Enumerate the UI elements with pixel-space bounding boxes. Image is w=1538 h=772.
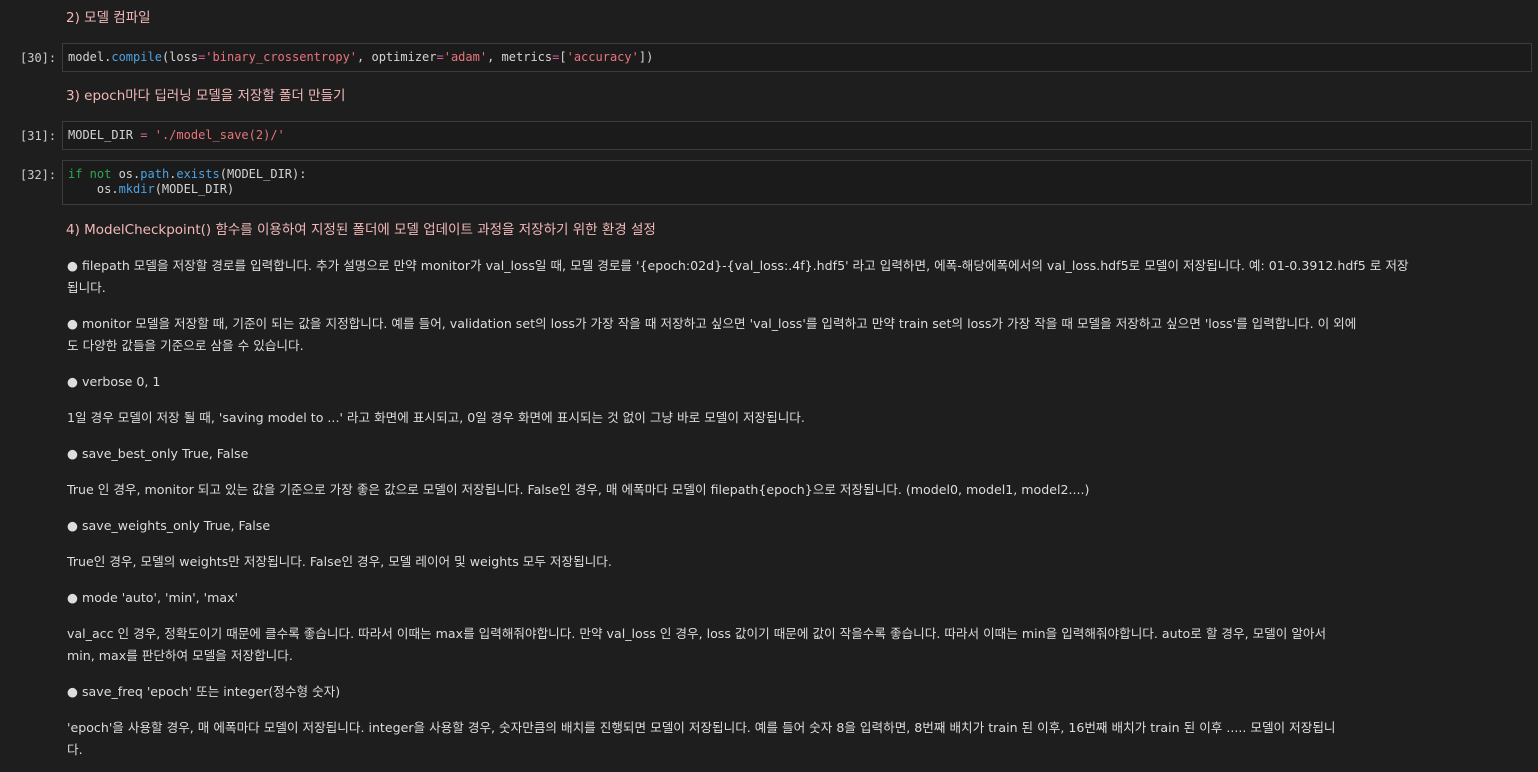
code-token: (loss — [161, 50, 199, 64]
code-token: mkdir — [118, 182, 155, 196]
code-token: os. — [111, 167, 141, 181]
text-monitor-line2: 도 다양한 값들을 기준으로 삼을 수 있습니다. — [67, 338, 304, 353]
code-cell-30[interactable]: model.compile(loss = 'binary_crossentropy'… — [62, 43, 1532, 72]
text-monitor-line1: ● monitor 모델을 저장할 때, 기준이 되는 값을 지정합니다. 예를… — [67, 316, 1357, 331]
code-token: 'adam' — [443, 50, 488, 64]
text-save-freq: ● save_freq 'epoch' 또는 integer(정수형 숫자) — [67, 684, 341, 699]
code-cell-32[interactable]: if not os.path.exists(MODEL_DIR): os.mkd… — [62, 160, 1532, 205]
code-token: if not — [68, 167, 112, 181]
cell-prompt-30: [30]: — [20, 51, 57, 65]
cell-prompt-32: [32]: — [20, 168, 57, 182]
code-cell-31[interactable]: MODEL_DIR = './model_save(2)/' — [62, 121, 1532, 150]
code-token: './model_save(2)/' — [154, 128, 285, 142]
code-token: path — [140, 167, 170, 181]
heading-make-folder: 3) epoch마다 딥러닝 모델을 저장할 폴더 만들기 — [66, 88, 346, 104]
code-token: [ — [559, 50, 567, 64]
text-mode-desc-line1: val_acc 인 경우, 정확도이기 때문에 클수록 좋습니다. 따라서 이때… — [67, 626, 1327, 641]
code-token: ]) — [638, 50, 654, 64]
code-token: os. — [68, 182, 119, 196]
code-token: 'binary_crossentropy' — [205, 50, 358, 64]
text-mode-desc-line2: min, max를 판단하여 모델을 저장합니다. — [67, 648, 293, 663]
text-mode: ● mode 'auto', 'min', 'max' — [67, 590, 239, 605]
text-verbose: ● verbose 0, 1 — [67, 374, 161, 389]
text-filepath-line1: ● filepath 모델을 저장할 경로를 입력합니다. 추가 설명으로 만약… — [67, 258, 1409, 273]
text-save-weights-only: ● save_weights_only True, False — [67, 518, 271, 533]
code-token: model. — [68, 50, 112, 64]
text-filepath-line2: 됩니다. — [67, 280, 106, 295]
text-verbose-desc: 1일 경우 모델이 저장 될 때, 'saving model to ...' … — [67, 410, 805, 425]
code-token: exists — [176, 167, 220, 181]
code-token: , metrics — [487, 50, 553, 64]
code-token: , optimizer — [357, 50, 437, 64]
code-token: MODEL_DIR — [68, 128, 141, 142]
text-save-weights-only-desc: True인 경우, 모델의 weights만 저장됩니다. False인 경우,… — [67, 554, 612, 569]
code-token: = — [436, 50, 444, 64]
heading-modelcheckpoint: 4) ModelCheckpoint() 함수를 이용하여 지정된 폴더에 모델… — [66, 222, 656, 238]
code-token: compile — [111, 50, 162, 64]
text-save-best-only: ● save_best_only True, False — [67, 446, 249, 461]
code-token: (MODEL_DIR) — [154, 182, 235, 196]
code-token: 'accuracy' — [566, 50, 639, 64]
code-token: (MODEL_DIR): — [219, 167, 307, 181]
text-save-freq-desc-line2: 다. — [67, 742, 83, 757]
text-save-freq-desc-line1: 'epoch'을 사용할 경우, 매 에폭마다 모델이 저장됩니다. integ… — [67, 720, 1336, 735]
heading-model-compile: 2) 모델 컴파일 — [66, 10, 151, 26]
cell-prompt-31: [31]: — [20, 129, 57, 143]
text-save-best-only-desc: True 인 경우, monitor 되고 있는 값을 기준으로 가장 좋은 값… — [67, 482, 1090, 497]
